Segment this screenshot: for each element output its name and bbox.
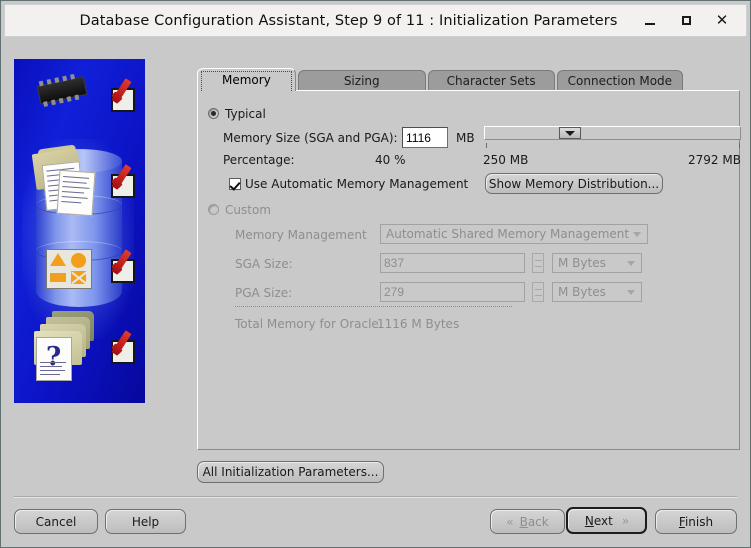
percentage-label: Percentage:: [223, 153, 295, 167]
radio-custom-label: Custom: [225, 203, 271, 217]
tab-connection-mode-label: Connection Mode: [567, 74, 673, 88]
checkbox-automatic-memory-management[interactable]: [229, 178, 241, 190]
chevron-down-icon: [633, 232, 641, 237]
memory-management-select[interactable]: Automatic Shared Memory Management: [380, 224, 648, 244]
slider-thumb[interactable]: [559, 127, 581, 139]
application-window: Database Configuration Assistant, Step 9…: [0, 0, 751, 548]
tab-sizing[interactable]: Sizing: [297, 70, 426, 91]
finish-button[interactable]: Finish: [655, 509, 737, 534]
tab-character-sets[interactable]: Character Sets: [427, 70, 555, 91]
back-button-label: Back: [519, 514, 549, 529]
total-memory-value: 1116 M Bytes: [377, 317, 460, 331]
memory-size-unit-label: MB: [456, 131, 475, 145]
back-button[interactable]: « Back: [490, 509, 565, 534]
pga-size-unit-value: M Bytes: [558, 285, 606, 299]
slider-max-label: 2792 MB: [688, 153, 741, 167]
pga-size-label: PGA Size:: [235, 286, 293, 300]
memory-size-input[interactable]: [402, 127, 448, 148]
memory-management-value: Automatic Shared Memory Management: [386, 227, 630, 241]
maximize-icon[interactable]: [678, 13, 694, 29]
window-controls: ✕: [642, 13, 746, 29]
percentage-value: 40 %: [375, 153, 406, 167]
step-check-icon-2: [111, 174, 135, 198]
show-memory-distribution-button[interactable]: Show Memory Distribution...: [485, 173, 663, 194]
pga-size-input[interactable]: [380, 282, 525, 302]
checkbox-automatic-memory-management-label: Use Automatic Memory Management: [245, 177, 469, 191]
slider-track[interactable]: [484, 126, 741, 140]
wizard-illustration: ?: [14, 59, 145, 403]
window-title: Database Configuration Assistant, Step 9…: [79, 12, 618, 29]
step-check-icon-3: [111, 259, 135, 283]
show-memory-distribution-label: Show Memory Distribution...: [488, 176, 660, 191]
help-button-label: Help: [131, 514, 160, 529]
title-bar: Database Configuration Assistant, Step 9…: [4, 4, 747, 37]
sga-size-unit-value: M Bytes: [558, 256, 606, 270]
minimize-icon[interactable]: [642, 13, 658, 29]
close-icon[interactable]: ✕: [714, 13, 730, 29]
tab-connection-mode[interactable]: Connection Mode: [556, 70, 684, 91]
step-check-icon-1: [111, 88, 135, 112]
sga-size-unit-select[interactable]: M Bytes: [552, 253, 642, 273]
slider-tick-min: [486, 143, 487, 148]
pga-size-stepper[interactable]: [532, 282, 544, 302]
chevron-right-icon: »: [621, 513, 629, 528]
all-initialization-parameters-label: All Initialization Parameters...: [202, 465, 379, 479]
tab-strip: Memory Sizing Character Sets Connection …: [197, 68, 685, 91]
finish-button-label: Finish: [678, 514, 714, 529]
step-check-icon-4: [111, 340, 135, 364]
memory-size-slider[interactable]: [484, 126, 741, 142]
chip-icon: [30, 71, 92, 108]
question-document-icon: ?: [36, 337, 72, 381]
cancel-button[interactable]: Cancel: [14, 509, 98, 534]
sga-size-input[interactable]: [380, 253, 525, 273]
radio-custom[interactable]: [208, 204, 219, 215]
all-initialization-parameters-button[interactable]: All Initialization Parameters...: [197, 461, 384, 483]
chevron-down-icon: [627, 290, 635, 295]
cancel-button-label: Cancel: [35, 514, 77, 529]
radio-typical-label: Typical: [225, 107, 266, 121]
memory-size-label: Memory Size (SGA and PGA):: [223, 131, 398, 145]
pga-size-unit-select[interactable]: M Bytes: [552, 282, 642, 302]
sga-size-label: SGA Size:: [235, 257, 293, 271]
chevron-left-icon: «: [506, 514, 513, 529]
tab-sizing-label: Sizing: [343, 74, 380, 88]
next-button[interactable]: Next »: [566, 507, 647, 534]
total-memory-label: Total Memory for Oracle:: [235, 317, 383, 331]
tab-memory[interactable]: Memory: [197, 68, 296, 91]
slider-tick-max: [739, 143, 740, 148]
tab-focus-ring: [201, 71, 292, 91]
memory-management-label: Memory Management: [235, 228, 367, 242]
radio-typical[interactable]: [208, 108, 219, 119]
help-button[interactable]: Help: [105, 509, 186, 534]
custom-section-divider: [235, 306, 512, 307]
slider-min-label: 250 MB: [483, 153, 529, 167]
tab-character-sets-label: Character Sets: [446, 74, 536, 88]
chevron-down-icon: [627, 261, 635, 266]
memory-tab-panel: Typical Memory Size (SGA and PGA): MB Pe…: [197, 90, 741, 450]
footer-divider: [14, 496, 737, 497]
next-button-label: Next: [584, 513, 613, 528]
shapes-icon: [46, 249, 92, 289]
sga-size-stepper[interactable]: [532, 253, 544, 273]
